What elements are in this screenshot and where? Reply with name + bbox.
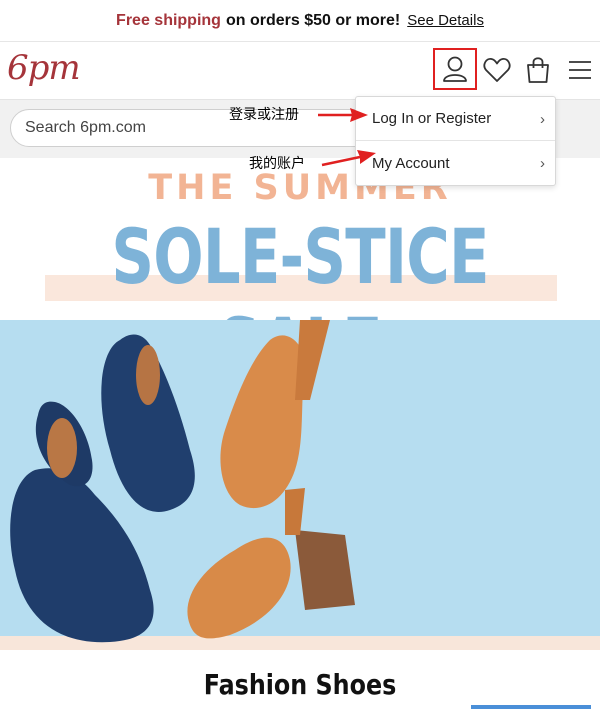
account-icon [443, 56, 467, 82]
promo-highlight: Free shipping [116, 11, 221, 29]
my-account-item[interactable]: My Account › [356, 141, 555, 185]
heart-icon [483, 58, 511, 82]
chevron-right-icon: › [540, 155, 545, 172]
scroll-indicator [471, 705, 591, 709]
annotation-login: 登录或注册 [229, 107, 299, 123]
site-header: 6pm [0, 42, 600, 100]
bag-button[interactable] [518, 50, 558, 90]
annotation-account: 我的账户 [249, 156, 305, 172]
see-details-link[interactable]: See Details [407, 12, 484, 29]
menu-button[interactable] [560, 50, 600, 90]
login-register-label: Log In or Register [372, 110, 492, 127]
my-account-label: My Account [372, 154, 450, 172]
section-title: Fashion Shoes [203, 668, 397, 701]
chevron-right-icon: › [540, 111, 545, 128]
favorites-button[interactable] [477, 50, 517, 90]
logo[interactable]: 6pm [7, 48, 81, 88]
promo-text: on orders $50 or more! [225, 11, 401, 29]
bag-icon [527, 57, 549, 83]
account-dropdown: Log In or Register › My Account › [355, 96, 556, 186]
menu-icon [569, 61, 591, 79]
login-register-item[interactable]: Log In or Register › [356, 97, 555, 141]
account-button[interactable] [433, 48, 477, 90]
promo-bar: Free shipping on orders $50 or more! See… [0, 0, 600, 42]
banner-photo[interactable] [0, 320, 600, 650]
